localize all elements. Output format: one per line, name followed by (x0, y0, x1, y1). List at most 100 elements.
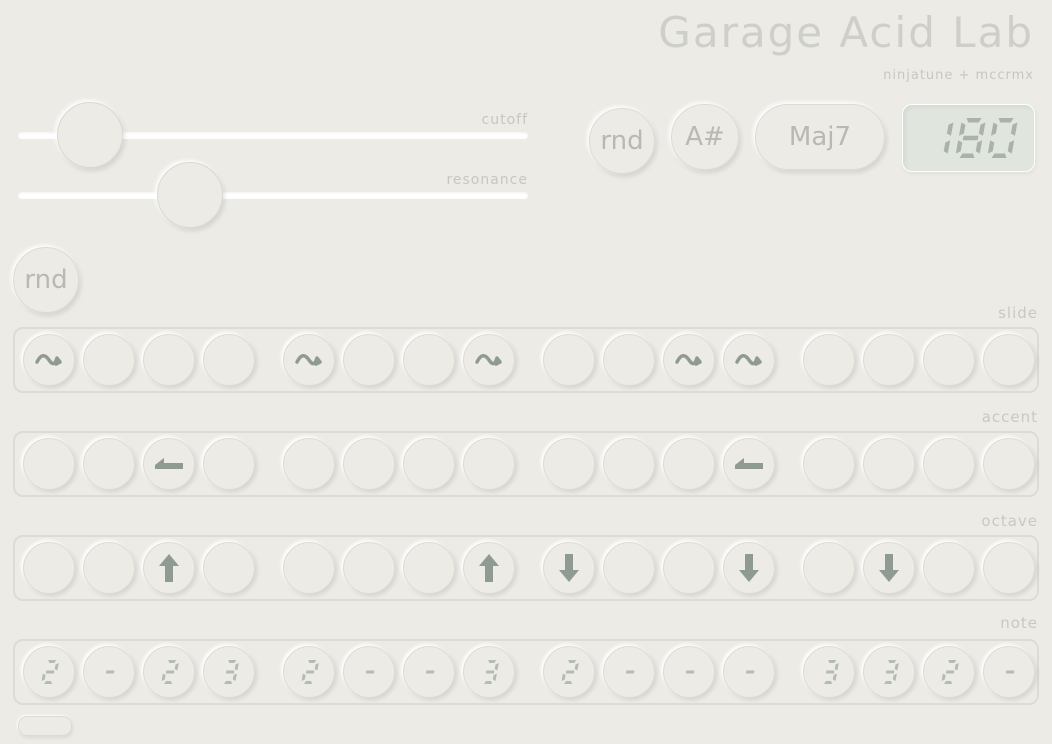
slide-step-13[interactable] (803, 334, 855, 386)
note-step-3[interactable] (143, 646, 195, 698)
slide-step-4[interactable] (203, 334, 255, 386)
cutoff-slider[interactable]: cutoff (18, 102, 528, 168)
note-digit (884, 660, 899, 684)
note-step-10[interactable] (603, 646, 655, 698)
accent-step-2[interactable] (83, 438, 135, 490)
note-step-1[interactable] (23, 646, 75, 698)
accent-step-9[interactable] (543, 438, 595, 490)
note-digit (745, 670, 755, 674)
accent-step-7[interactable] (403, 438, 455, 490)
note-label: note (1000, 614, 1038, 632)
octave-step-4[interactable] (203, 542, 255, 594)
app-subtitle: ninjatune + mccrmx (883, 68, 1034, 83)
slide-step-3[interactable] (143, 334, 195, 386)
random-button[interactable]: rnd (589, 108, 655, 174)
accent-step-11[interactable] (663, 438, 715, 490)
note-digit (625, 670, 635, 674)
accent-step-icon (735, 458, 763, 469)
note-step-6[interactable] (343, 646, 395, 698)
slide-label: slide (998, 304, 1038, 322)
note-step-5[interactable] (283, 646, 335, 698)
accent-step-8[interactable] (463, 438, 515, 490)
resonance-label: resonance (446, 172, 528, 188)
note-digit-glyph (105, 670, 115, 674)
octave-step-8[interactable] (463, 542, 515, 594)
key-button[interactable]: A# (671, 104, 739, 170)
note-digit-glyph (685, 670, 695, 674)
note-digit-glyph (41, 660, 59, 684)
slide-step-5[interactable] (283, 334, 335, 386)
octave-step-10[interactable] (603, 542, 655, 594)
note-digit-glyph (425, 670, 435, 674)
accent-step-13[interactable] (803, 438, 855, 490)
slide-step-6[interactable] (343, 334, 395, 386)
accent-step-10[interactable] (603, 438, 655, 490)
accent-step-6[interactable] (343, 438, 395, 490)
accent-step-15[interactable] (923, 438, 975, 490)
octave-step-5[interactable] (283, 542, 335, 594)
octave-step-1[interactable] (23, 542, 75, 594)
note-step-12[interactable] (723, 646, 775, 698)
resonance-slider[interactable]: resonance (18, 162, 528, 228)
octave-step-2[interactable] (83, 542, 135, 594)
accent-step-3[interactable] (143, 438, 195, 490)
note-step-7[interactable] (403, 646, 455, 698)
note-step-13[interactable] (803, 646, 855, 698)
footer-toggle[interactable] (18, 716, 72, 736)
slide-step-11[interactable] (663, 334, 715, 386)
octave-step-12[interactable] (723, 542, 775, 594)
note-digit-glyph (561, 660, 579, 684)
chord-button[interactable]: Maj7 (755, 104, 885, 170)
resonance-slider-thumb[interactable] (156, 162, 223, 228)
slide-step-7[interactable] (403, 334, 455, 386)
note-step-14[interactable] (863, 646, 915, 698)
octave-step-14[interactable] (863, 542, 915, 594)
note-digit (561, 660, 579, 684)
note-digit (41, 660, 59, 684)
accent-step-16[interactable] (983, 438, 1035, 490)
octave-step-7[interactable] (403, 542, 455, 594)
note-digit-glyph (484, 660, 499, 684)
accent-step-5[interactable] (283, 438, 335, 490)
accent-step-14[interactable] (863, 438, 915, 490)
bpm-display[interactable] (902, 104, 1035, 172)
note-step-16[interactable] (983, 646, 1035, 698)
slide-step-10[interactable] (603, 334, 655, 386)
octave-step-9[interactable] (543, 542, 595, 594)
pattern-random-button[interactable]: rnd (13, 247, 79, 313)
slide-step-14[interactable] (863, 334, 915, 386)
accent-label: accent (981, 408, 1038, 426)
slide-step-2[interactable] (83, 334, 135, 386)
slide-step-12[interactable] (723, 334, 775, 386)
note-digit (685, 670, 695, 674)
slide-row (13, 327, 1039, 393)
accent-step-12[interactable] (723, 438, 775, 490)
note-digit (105, 670, 115, 674)
octave-step-16[interactable] (983, 542, 1035, 594)
note-step-8[interactable] (463, 646, 515, 698)
accent-step-1[interactable] (23, 438, 75, 490)
accent-step-4[interactable] (203, 438, 255, 490)
note-step-2[interactable] (83, 646, 135, 698)
note-step-9[interactable] (543, 646, 595, 698)
slide-step-8[interactable] (463, 334, 515, 386)
slide-step-1[interactable] (23, 334, 75, 386)
note-digit (365, 670, 375, 674)
slide-step-16[interactable] (983, 334, 1035, 386)
arrow-up-icon (479, 554, 499, 582)
arrow-up-icon (159, 554, 179, 582)
octave-step-3[interactable] (143, 542, 195, 594)
note-step-11[interactable] (663, 646, 715, 698)
slide-step-15[interactable] (923, 334, 975, 386)
slide-wave-icon (475, 354, 502, 366)
slide-step-9[interactable] (543, 334, 595, 386)
octave-step-11[interactable] (663, 542, 715, 594)
note-step-15[interactable] (923, 646, 975, 698)
note-step-4[interactable] (203, 646, 255, 698)
octave-step-15[interactable] (923, 542, 975, 594)
octave-step-13[interactable] (803, 542, 855, 594)
cutoff-slider-thumb[interactable] (57, 102, 124, 168)
octave-step-6[interactable] (343, 542, 395, 594)
resonance-slider-track[interactable] (18, 192, 528, 199)
note-digit-glyph (365, 670, 375, 674)
